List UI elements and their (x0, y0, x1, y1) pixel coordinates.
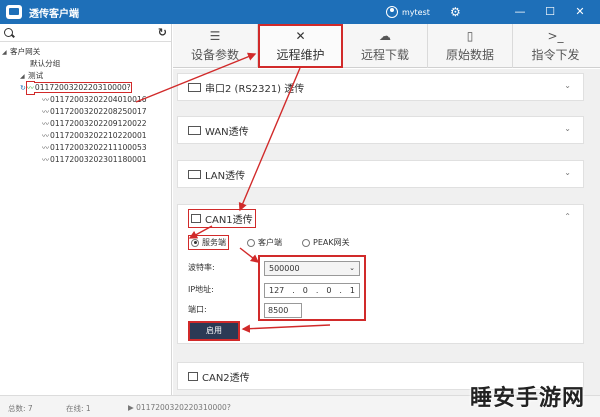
minimize-button[interactable]: — (505, 0, 535, 24)
port-input[interactable]: 8500 (264, 303, 302, 318)
ip-label: IP地址: (188, 285, 214, 294)
maximize-button[interactable]: ☐ (535, 0, 565, 24)
search-bar: ↻ (0, 24, 171, 42)
tree-node-test-group[interactable]: ◢ 测试 (0, 70, 171, 82)
mode-radio-group: 服务端 客户端 PEAK网关 (188, 235, 368, 250)
tab-bar: ☰ 设备参数 ✕ 远程维护 ☁ 远程下载 ▯ 原始数据 >_ 指令下发 (173, 24, 600, 68)
user-name: mytest (402, 7, 430, 17)
can-bus-icon (188, 371, 198, 381)
panel-header[interactable]: LAN透传 ⌄ (178, 161, 583, 187)
tree-node-device[interactable]: 〰01172003202210220001 (0, 130, 171, 142)
online-count: 在线: 1 (66, 404, 91, 413)
cloud-download-icon: ☁ (379, 29, 391, 43)
tree-node-device-selected[interactable]: ↻〰0117200320220310000? (0, 82, 171, 94)
panel-header[interactable]: 串口2 (RS2321) 透传 ⌄ (178, 74, 583, 100)
can1-title-highlight: CAN1透传 (188, 208, 256, 228)
signal-online-icon: 〰 (26, 84, 34, 92)
tree-node-device[interactable]: 〰01172003202208250017 (0, 106, 171, 118)
signal-icon: 〰 (42, 108, 49, 116)
terminal-icon: >_ (547, 29, 564, 43)
chevron-down-icon[interactable]: ⌄ (564, 124, 571, 133)
title-bar: 透传客户端 mytest ⚙ — ☐ ✕ (0, 0, 600, 24)
start-button[interactable]: 启用 (188, 321, 240, 341)
tree-node-device[interactable]: 〰01172003202204010016 (0, 94, 171, 106)
radio-checked-icon (191, 238, 199, 247)
signal-icon: 〰 (42, 156, 49, 164)
sidebar: ↻ ◢ 客户网关 默认分组 ◢ 测试 ↻〰0117200320220310000? … (0, 24, 172, 395)
user-icon (386, 6, 398, 18)
selected-device-highlight: 〰0117200320220310000? (25, 82, 132, 93)
device-tree: ◢ 客户网关 默认分组 ◢ 测试 ↻〰0117200320220310000? 〰0… (0, 42, 171, 166)
baud-label: 波特率: (188, 263, 215, 272)
signal-icon: 〰 (42, 132, 49, 140)
panel-header[interactable]: CAN1透传 ⌃ (178, 205, 583, 231)
gear-icon[interactable]: ⚙ (450, 4, 461, 20)
tree-node-device[interactable]: 〰01172003202209120022 (0, 118, 171, 130)
refresh-icon: ↻ (20, 84, 26, 92)
close-button[interactable]: ✕ (565, 0, 595, 24)
document-icon: ▯ (466, 29, 474, 43)
image-icon (188, 125, 201, 135)
can-bus-icon (191, 213, 201, 223)
serial-port-icon (188, 82, 201, 92)
radio-client[interactable]: 客户端 (245, 236, 284, 249)
tab-raw-data[interactable]: ▯ 原始数据 (428, 24, 513, 68)
search-icon (4, 28, 13, 37)
app-logo-icon (6, 5, 22, 19)
image-icon (188, 169, 201, 179)
panel-wan[interactable]: WAN透传 ⌄ (177, 116, 584, 144)
tab-remote-maintenance[interactable]: ✕ 远程维护 (258, 24, 343, 68)
current-device: ▶ 0117200320220310000? (128, 403, 231, 412)
tree-node-device[interactable]: 〰01172003202301180001 (0, 154, 171, 166)
chevron-down-icon: ⌄ (349, 264, 355, 272)
baud-select[interactable]: 500000 ⌄ (264, 261, 360, 276)
main-content: 串口2 (RS2321) 透传 ⌄ WAN透传 ⌄ LAN透传 ⌄ CAN1透传… (173, 69, 600, 395)
chevron-up-icon[interactable]: ⌃ (564, 212, 571, 221)
signal-icon: 〰 (42, 120, 49, 128)
ip-address-input[interactable]: 127. 0. 0. 1 (264, 283, 360, 298)
panel-header[interactable]: WAN透传 ⌄ (178, 117, 583, 143)
signal-icon: 〰 (42, 144, 49, 152)
panel-serial2[interactable]: 串口2 (RS2321) 透传 ⌄ (177, 73, 584, 101)
search-input[interactable] (17, 25, 158, 40)
app-title: 透传客户端 (29, 8, 79, 20)
watermark: 睡安手游网 (470, 386, 586, 411)
tree-node-device[interactable]: 〰01172003202211100053 (0, 142, 171, 154)
sliders-icon: ☰ (209, 29, 221, 43)
signal-icon: 〰 (42, 96, 49, 104)
panel-lan[interactable]: LAN透传 ⌄ (177, 160, 584, 188)
chevron-down-icon[interactable]: ⌄ (564, 168, 571, 177)
refresh-icon[interactable]: ↻ (158, 26, 167, 39)
radio-unchecked-icon (247, 238, 255, 247)
tree-node-default-group[interactable]: 默认分组 (0, 58, 171, 70)
port-label: 端口: (188, 305, 207, 314)
total-count: 总数: 7 (8, 404, 33, 413)
panel-can1: CAN1透传 ⌃ 服务端 客户端 PEAK网关 波特率: IP地址: 端口: 5… (177, 204, 584, 344)
tab-remote-download[interactable]: ☁ 远程下载 (343, 24, 428, 68)
user-menu[interactable]: mytest (386, 4, 430, 20)
radio-unchecked-icon (302, 238, 310, 247)
radio-server[interactable]: 服务端 (188, 235, 229, 250)
tools-icon: ✕ (295, 29, 306, 43)
tree-node-root[interactable]: ◢ 客户网关 (0, 46, 171, 58)
tab-command[interactable]: >_ 指令下发 (513, 24, 598, 68)
tab-device-params[interactable]: ☰ 设备参数 (173, 24, 258, 68)
chevron-down-icon[interactable]: ⌄ (564, 81, 571, 90)
settings-highlight: 500000 ⌄ 127. 0. 0. 1 8500 (258, 255, 366, 321)
radio-peak-gateway[interactable]: PEAK网关 (300, 236, 352, 249)
